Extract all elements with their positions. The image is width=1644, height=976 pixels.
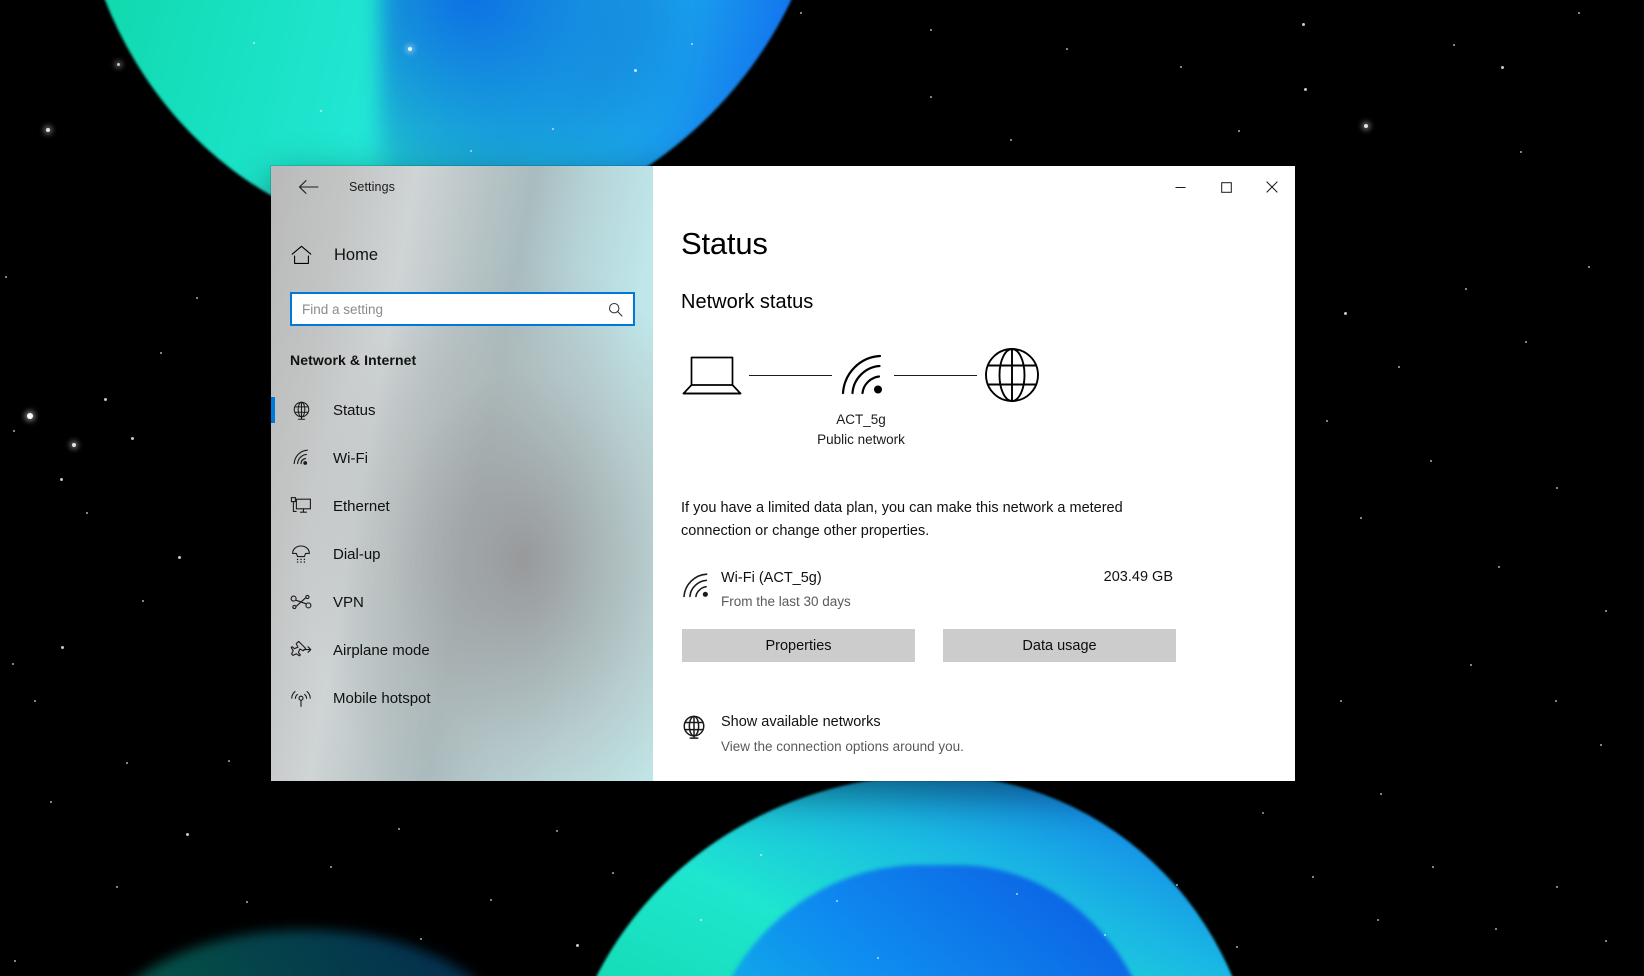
wifi-usage-row: Wi-Fi (ACT_5g) From the last 30 days 203… [681,568,1173,612]
sidebar-item-dialup[interactable]: Dial-up [271,530,653,578]
sidebar-item-status-label: Status [333,402,376,419]
show-available-networks-title: Show available networks [721,712,964,734]
network-link-line-right [894,375,977,376]
minimize-icon[interactable] [1157,166,1203,208]
network-ssid: ACT_5g [681,410,1041,430]
content-pane: Status Network status [653,166,1295,781]
sidebar-nav-list: Status Wi-Fi [271,386,653,722]
sidebar-item-dialup-label: Dial-up [333,546,381,563]
home-icon [290,245,312,265]
content-scroll-region: Status Network status [653,166,1295,781]
wifi-usage-amount: 203.49 GB [1104,568,1173,585]
sidebar-item-airplane-mode-label: Airplane mode [333,642,430,659]
sidebar-item-airplane-mode[interactable]: Airplane mode [271,626,653,674]
sidebar-item-home[interactable]: Home [271,232,653,278]
sidebar-item-mobile-hotspot[interactable]: Mobile hotspot [271,674,653,722]
show-available-networks-subtitle: View the connection options around you. [721,737,964,757]
sidebar-item-vpn[interactable]: VPN [271,578,653,626]
show-available-networks-texts: Show available networks View the connect… [721,712,964,756]
wifi-icon [681,568,721,599]
section-heading: Network status [681,291,1295,314]
wifi-icon [290,447,312,469]
network-link-line-left [749,375,832,376]
sidebar-item-mobile-hotspot-label: Mobile hotspot [333,690,431,707]
wifi-usage-texts: Wi-Fi (ACT_5g) From the last 30 days [721,568,1104,612]
window-title: Settings [349,180,395,194]
data-usage-button[interactable]: Data usage [943,629,1176,662]
laptop-icon [681,353,743,397]
settings-window: Settings Home [271,166,1295,781]
globe-icon [983,346,1041,404]
action-button-row: Properties Data usage [681,629,1295,662]
sidebar-item-home-label: Home [334,246,378,265]
back-arrow-icon[interactable] [289,172,327,202]
globe-icon [290,399,312,421]
sidebar-item-status[interactable]: Status [271,386,653,434]
dialup-icon [290,543,312,565]
search-input[interactable] [302,302,605,317]
sidebar-item-wifi[interactable]: Wi-Fi [271,434,653,482]
show-available-networks-link[interactable]: Show available networks View the connect… [681,712,1173,756]
network-status-diagram: ACT_5g Public network [681,346,1041,449]
globe-icon [681,712,721,740]
wifi-usage-period: From the last 30 days [721,593,1104,612]
sidebar-item-ethernet[interactable]: Ethernet [271,482,653,530]
close-icon[interactable] [1249,166,1295,208]
navigation-pane: Settings Home [271,166,653,781]
metered-connection-description: If you have a limited data plan, you can… [681,497,1133,543]
search-icon[interactable] [605,299,625,319]
category-heading: Network & Internet [290,352,653,368]
desktop-background: Settings Home [0,0,1644,976]
network-diagram-labels: ACT_5g Public network [681,410,1041,449]
page-title: Status [681,228,1295,259]
vpn-icon [290,591,312,613]
mobile-hotspot-icon [290,687,312,709]
network-diagram-row [681,346,1041,404]
wifi-icon [838,353,888,397]
maximize-icon[interactable] [1203,166,1249,208]
airplane-icon [290,639,312,661]
wallpaper-swoosh-bottom-secondary [700,865,1160,976]
sidebar-item-vpn-label: VPN [333,594,364,611]
properties-button[interactable]: Properties [682,629,915,662]
window-controls [1157,166,1295,208]
wallpaper-swoosh-bottom-left [95,930,515,976]
sidebar-item-ethernet-label: Ethernet [333,498,390,515]
ethernet-icon [290,495,312,517]
wifi-usage-name: Wi-Fi (ACT_5g) [721,568,1104,589]
window-titlebar: Settings [271,166,653,208]
sidebar-item-wifi-label: Wi-Fi [333,450,368,467]
wallpaper-swoosh-bottom [560,775,1260,976]
network-type: Public network [681,430,1041,450]
search-box[interactable] [290,292,635,326]
